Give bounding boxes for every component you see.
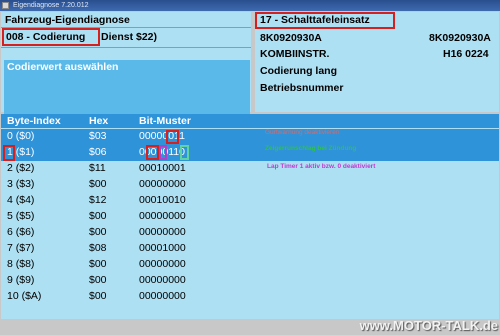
- header-hex: Hex: [89, 115, 109, 127]
- row-hex: $03: [89, 130, 107, 142]
- bit-highlight-red-row0: [166, 130, 179, 144]
- row-stripe: [1, 129, 499, 145]
- annotation-seatbelt: Gurtwarnung deaktivieren: [265, 129, 340, 136]
- row-hex: $08: [89, 242, 107, 254]
- row-bits: 00001000: [139, 242, 186, 254]
- row-hex: $00: [89, 226, 107, 238]
- module-info-panel: 17 - Schalttafeleinsatz 8K0920930A 8K092…: [255, 12, 499, 112]
- row-index: 9 ($9): [7, 274, 35, 286]
- row-hex: $00: [89, 290, 107, 302]
- byte-1-highlight: [3, 145, 15, 161]
- left-info-panel: Fahrzeug-Eigendiagnose 008 - Codierung D…: [1, 12, 251, 120]
- row-index: 0 ($0): [7, 130, 35, 142]
- mode-highlight: [2, 28, 100, 46]
- row-index: 7 ($7): [7, 242, 35, 254]
- annotation-lap-timer: Lap Timer 1 aktiv bzw. 0 deaktiviert: [267, 163, 376, 170]
- part-number-right: 8K0920930A: [429, 32, 491, 44]
- row-hex: $00: [89, 274, 107, 286]
- row-index: 5 ($5): [7, 210, 35, 222]
- bit-highlight-purple-row1: [159, 145, 167, 160]
- row-hex: $00: [89, 258, 107, 270]
- watermark: www.MOTOR-TALK.de: [359, 318, 498, 333]
- window-title: Eigendiagnose 7.20.012: [13, 2, 89, 9]
- row-index: 6 ($6): [7, 226, 35, 238]
- row-bits: 00000000: [139, 290, 186, 302]
- row-bits: 00000000: [139, 226, 186, 238]
- row-hex: $00: [89, 210, 107, 222]
- module-highlight: [255, 12, 395, 29]
- row-bits: 00000000: [139, 210, 186, 222]
- component-name: KOMBIINSTR.: [260, 48, 330, 60]
- row-index: 8 ($8): [7, 258, 35, 270]
- row-bits: 00010010: [139, 194, 186, 206]
- bit-highlight-red-row1: [146, 145, 159, 160]
- title-bar: Eigendiagnose 7.20.012: [0, 0, 500, 11]
- row-index: 10 ($A): [7, 290, 42, 302]
- header-bit-pattern: Bit-Muster: [139, 115, 191, 127]
- row-index: 4 ($4): [7, 194, 35, 206]
- row-hex: $00: [89, 178, 107, 190]
- header-byte-index: Byte-Index: [7, 115, 61, 127]
- row-index: 3 ($3): [7, 178, 35, 190]
- coding-action-box[interactable]: Codierwert auswählen: [4, 60, 250, 120]
- system-menu-icon[interactable]: [2, 2, 9, 9]
- annotation-needle-sweep: Zeigerrunschlag bei Zündung: [265, 145, 357, 152]
- operating-number: Betriebsnummer: [260, 82, 344, 94]
- row-index: 2 ($2): [7, 162, 35, 174]
- table-header-bg: [1, 114, 499, 128]
- row-bits: 00000000: [139, 258, 186, 270]
- bit-highlight-green-row1: [180, 145, 189, 160]
- coding-type: Codierung lang: [260, 65, 337, 77]
- row-hex: $06: [89, 146, 107, 158]
- row-bits: 00000000: [139, 178, 186, 190]
- panel-title: Fahrzeug-Eigendiagnose: [5, 14, 130, 26]
- row-hex: $11: [89, 162, 106, 174]
- service-label: Dienst $22): [101, 31, 158, 43]
- part-number-left: 8K0920930A: [260, 32, 322, 44]
- row-bits: 00010001: [139, 162, 186, 174]
- component-version: H16 0224: [443, 48, 489, 60]
- byte-table-panel: Byte-Index Hex Bit-Muster 0 ($0) $03 000…: [1, 114, 499, 319]
- row-hex: $12: [89, 194, 107, 206]
- row-bits: 00000000: [139, 274, 186, 286]
- row-stripe: [1, 145, 499, 161]
- select-coding-value: Codierwert auswählen: [7, 61, 119, 73]
